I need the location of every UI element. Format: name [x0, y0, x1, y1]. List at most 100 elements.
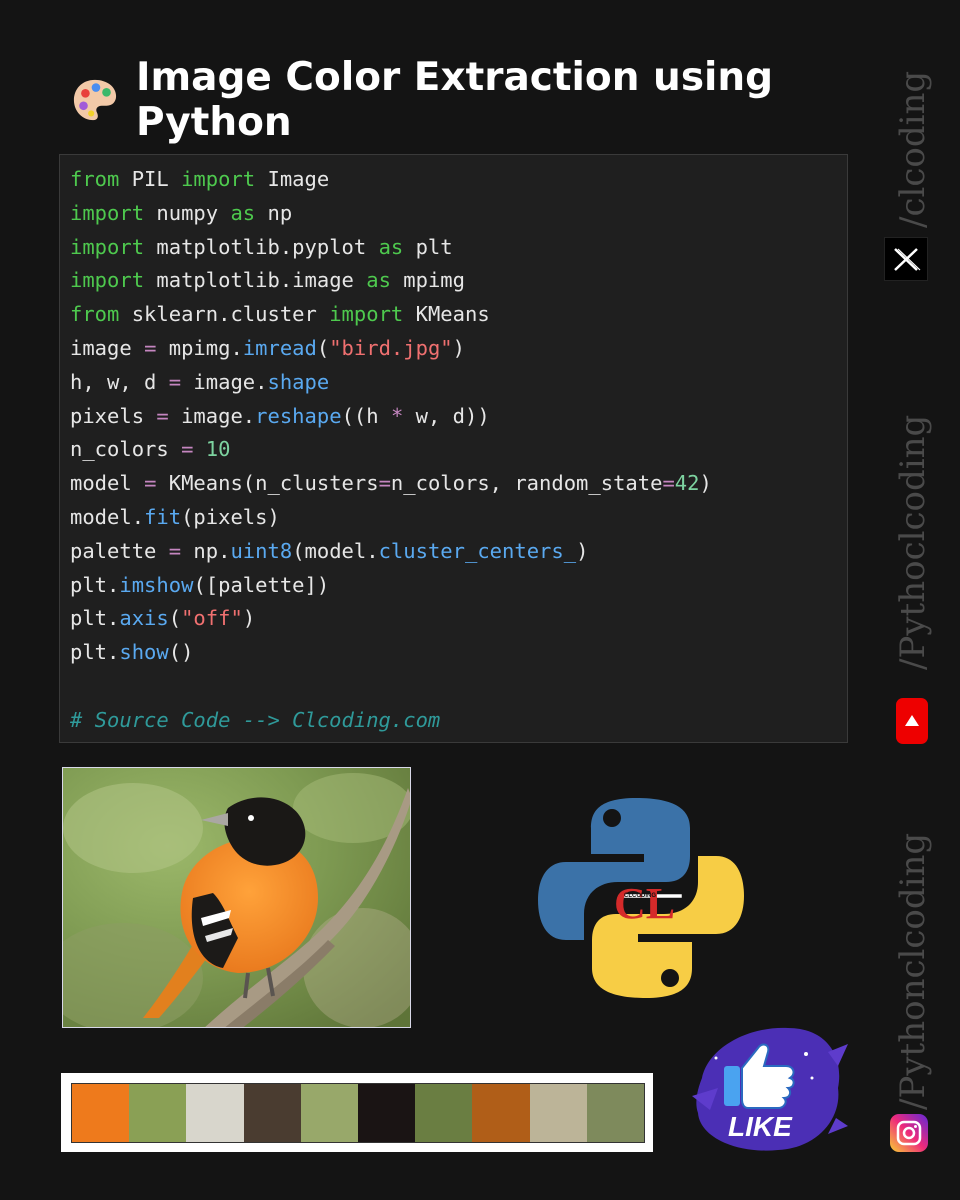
code-token: =	[378, 471, 391, 496]
code-token: import	[181, 167, 256, 191]
code-token: imread	[242, 335, 317, 360]
code-token: (	[316, 335, 330, 360]
code-line: image = mpimg.imread("bird.jpg")	[70, 332, 712, 366]
color-swatch	[72, 1084, 130, 1142]
page-title-text: Image Color Extraction using Python	[136, 55, 774, 145]
code-token: )	[452, 335, 465, 360]
code-token: ()	[168, 640, 194, 665]
like-text: LIKE	[728, 1111, 793, 1142]
python-logo-icon: CL CLCODING	[538, 798, 744, 998]
code-line: import numpy as np	[70, 197, 712, 231]
code-line: n_colors = 10	[70, 433, 712, 467]
color-swatch	[186, 1084, 244, 1142]
cl-logo-small-text: CLCODING	[624, 893, 656, 899]
youtube-icon[interactable]	[896, 698, 928, 744]
code-token: mpimg.	[156, 335, 243, 360]
code-token: n_colors, random_state	[390, 471, 663, 496]
color-palette-output	[61, 1073, 653, 1152]
code-line: plt.axis("off")	[70, 602, 712, 636]
cl-logo-text: CL	[614, 879, 675, 928]
code-token: cluster_centers_	[378, 538, 577, 563]
code-token: w, d))	[403, 403, 490, 428]
code-token: import	[70, 268, 145, 293]
baltimore-oriole-bird-photo	[63, 768, 410, 1027]
code-line: import matplotlib.image as mpimg	[70, 264, 712, 298]
code-token: plt	[403, 234, 453, 259]
code-token: import	[70, 200, 145, 225]
code-token: imshow	[119, 572, 194, 597]
code-line: model.fit(pixels)	[70, 501, 712, 535]
code-line: h, w, d = image.shape	[70, 366, 712, 400]
code-text: from PIL import Image import numpy as np i…	[70, 163, 712, 738]
side-handle-clcoding: /clcoding	[893, 70, 933, 228]
code-token: ((h	[341, 403, 391, 428]
code-token: =	[181, 437, 194, 462]
instagram-icon[interactable]	[890, 1114, 928, 1152]
color-swatch	[129, 1084, 187, 1142]
x-twitter-icon[interactable]	[884, 237, 928, 281]
code-token: ([palette])	[193, 572, 330, 597]
code-token: reshape	[255, 403, 342, 428]
code-line: pixels = image.reshape((h * w, d))	[70, 400, 712, 434]
color-swatch	[472, 1084, 530, 1142]
code-token: PIL	[119, 167, 182, 191]
code-token: (pixels)	[181, 504, 280, 529]
code-token: from	[70, 302, 120, 327]
code-line: # Source Code --> Clcoding.com	[70, 704, 712, 738]
code-token: 42	[674, 471, 700, 496]
bird-photo	[62, 767, 411, 1028]
code-token: plt.	[70, 572, 120, 597]
code-token: h, w, d	[70, 369, 169, 394]
artist-palette-icon	[73, 79, 117, 121]
code-token: =	[168, 538, 182, 563]
code-token: model.	[70, 504, 145, 529]
color-swatch	[243, 1084, 301, 1142]
code-line: from sklearn.cluster import KMeans	[70, 298, 712, 332]
code-line: model = KMeans(n_clusters=n_colors, rand…	[70, 467, 712, 501]
page-title: Image Color Extraction using Python	[72, 55, 862, 145]
code-token: model	[70, 471, 145, 496]
code-token: numpy	[144, 200, 231, 225]
code-line: palette = np.uint8(model.cluster_centers…	[70, 535, 712, 569]
code-line: plt.imshow([palette])	[70, 569, 712, 603]
code-token: =	[144, 335, 157, 360]
color-swatch	[300, 1084, 359, 1142]
code-token: 10	[205, 437, 231, 462]
code-token: # Source Code --> Clcoding.com	[70, 707, 441, 732]
code-token: palette	[70, 538, 169, 563]
code-token: as	[378, 234, 404, 259]
code-token: shape	[267, 369, 330, 394]
code-token: np	[255, 200, 293, 225]
code-token: image.	[181, 369, 268, 394]
code-token: sklearn.cluster	[119, 302, 330, 327]
code-token: matplotlib.image	[144, 268, 367, 293]
code-token: matplotlib.pyplot	[144, 234, 379, 259]
code-token: np.	[181, 538, 231, 563]
side-handle-pythonclcoding: /Pythonclcoding	[893, 832, 933, 1110]
code-token: KMeans	[403, 302, 490, 327]
code-token: =	[144, 471, 157, 496]
palette-swatches	[71, 1083, 645, 1143]
code-token: (	[168, 606, 182, 631]
code-token: )	[242, 606, 256, 631]
code-token: Image	[255, 167, 330, 191]
color-swatch	[529, 1084, 587, 1142]
code-token: from	[70, 167, 120, 191]
like-badge: LIKE	[692, 1027, 848, 1151]
side-handle-pythoclcoding: /Pythoclcoding	[893, 414, 933, 670]
code-token: plt.	[70, 640, 120, 665]
code-token: =	[168, 369, 182, 394]
code-token: image	[70, 335, 145, 360]
color-swatch	[586, 1084, 645, 1142]
code-line: plt.show()	[70, 636, 712, 670]
code-token: import	[329, 302, 404, 327]
code-token: import	[70, 234, 145, 259]
code-token: fit	[144, 504, 182, 529]
code-line: from PIL import Image	[70, 163, 712, 197]
code-token: )	[576, 538, 589, 563]
code-token: )	[699, 471, 712, 496]
code-token: "off"	[181, 606, 243, 631]
color-swatch	[415, 1084, 473, 1142]
